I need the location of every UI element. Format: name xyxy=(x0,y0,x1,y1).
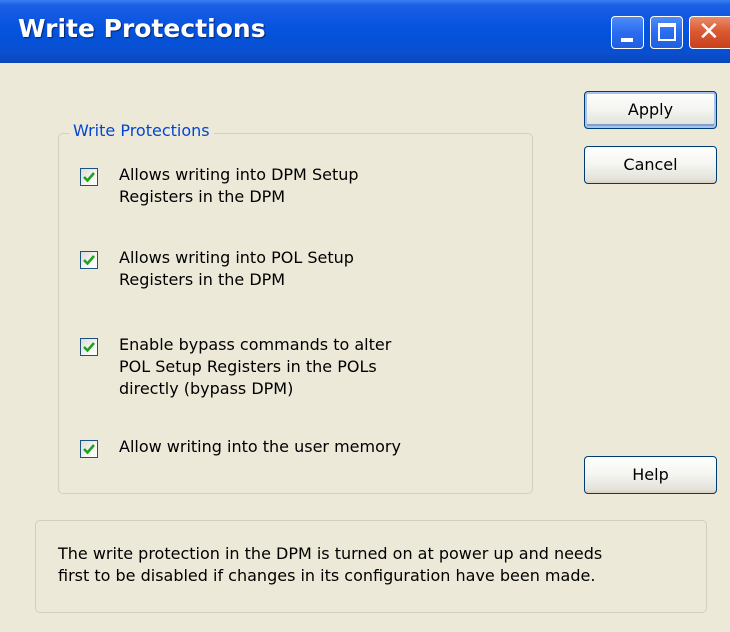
checkbox-bypass[interactable] xyxy=(80,338,98,356)
maximize-icon xyxy=(658,23,676,41)
title-bar[interactable]: Write Protections ✕ xyxy=(0,0,730,63)
minimize-button[interactable] xyxy=(611,16,644,49)
checkbox-label-user-memory: Allow writing into the user memory xyxy=(119,437,401,456)
close-icon: ✕ xyxy=(698,17,720,47)
checkmark-icon xyxy=(83,342,95,353)
minimize-icon xyxy=(621,38,633,42)
maximize-button[interactable] xyxy=(650,16,683,49)
checkbox-user-memory[interactable] xyxy=(80,440,98,458)
info-text: The write protection in the DPM is turne… xyxy=(58,544,603,585)
write-protections-dialog: Write Protections ✕ Write Protections Al… xyxy=(0,0,730,632)
help-button[interactable]: Help xyxy=(584,456,717,494)
cancel-button[interactable]: Cancel xyxy=(584,146,717,184)
checkmark-icon xyxy=(83,255,95,266)
group-legend: Write Protections xyxy=(69,121,214,141)
window-title: Write Protections xyxy=(18,14,266,43)
checkbox-label-pol-setup: Allows writing into POL Setup Registers … xyxy=(119,248,354,289)
checkbox-dpm-setup[interactable] xyxy=(80,168,98,186)
close-button[interactable]: ✕ xyxy=(689,16,730,49)
checkbox-label-bypass: Enable bypass commands to alter POL Setu… xyxy=(119,335,392,398)
apply-button[interactable]: Apply xyxy=(584,91,717,129)
checkmark-icon xyxy=(83,444,95,455)
checkbox-label-dpm-setup: Allows writing into DPM Setup Registers … xyxy=(119,165,359,206)
checkmark-icon xyxy=(83,172,95,183)
checkbox-pol-setup[interactable] xyxy=(80,251,98,269)
